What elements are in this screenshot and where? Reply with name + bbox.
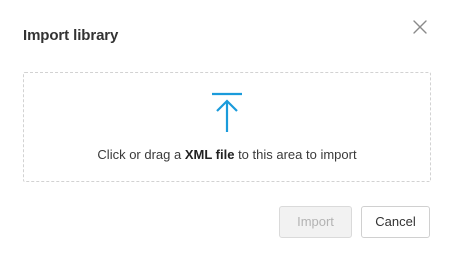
close-icon[interactable]: [410, 17, 430, 37]
cancel-button[interactable]: Cancel: [361, 206, 430, 238]
file-dropzone[interactable]: Click or drag a XML file to this area to…: [23, 72, 431, 182]
import-button[interactable]: Import: [279, 206, 352, 238]
import-library-dialog: Import library Click or drag a XML file …: [0, 0, 453, 259]
dropzone-instructions: Click or drag a XML file to this area to…: [24, 147, 430, 162]
upload-arrow-icon: [211, 92, 243, 134]
dropzone-text-after: to this area to import: [234, 147, 357, 162]
dialog-title: Import library: [23, 27, 119, 44]
dropzone-text-before: Click or drag a: [97, 147, 185, 162]
dropzone-text-file-type: XML file: [184, 147, 235, 162]
